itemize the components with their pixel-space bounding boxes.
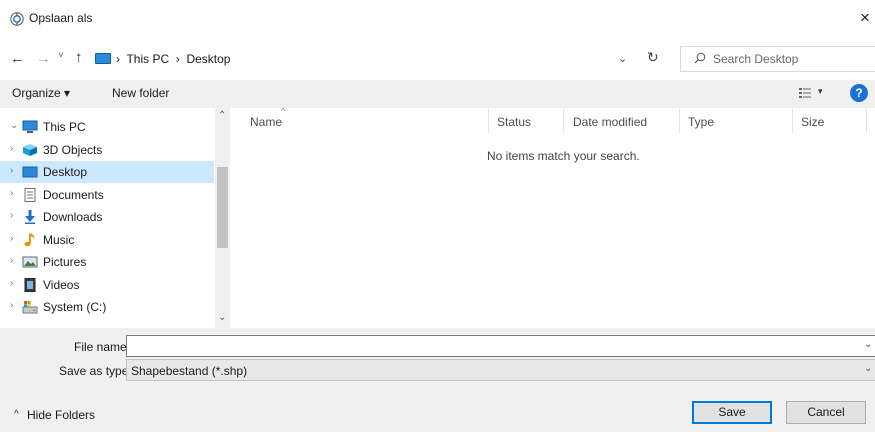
tree-item-this-pc[interactable]: ⌄ This PC <box>0 116 214 138</box>
tree-item-label: Videos <box>43 278 80 292</box>
scroll-down-icon[interactable]: ⌄ <box>218 312 226 323</box>
search-input[interactable] <box>713 49 863 69</box>
chevron-up-icon[interactable]: ^ <box>14 409 19 420</box>
chevron-down-icon[interactable]: ⌄ <box>864 339 872 350</box>
refresh-button[interactable]: ↻ <box>647 49 659 66</box>
column-header-name[interactable]: Name <box>250 115 282 129</box>
scroll-up-icon[interactable]: ⌃ <box>218 110 226 121</box>
music-icon <box>24 233 35 247</box>
tree-item-label: System (C:) <box>43 300 107 314</box>
chevron-down-icon[interactable]: ⌄ <box>864 363 872 374</box>
column-header-size[interactable]: Size <box>801 115 824 129</box>
tree-item-label: Downloads <box>43 210 103 224</box>
desktop-icon <box>22 166 38 178</box>
window-title: Opslaan als <box>29 11 93 25</box>
save-type-value[interactable]: Shapebestand (*.shp) <box>131 364 247 378</box>
file-name-field[interactable] <box>126 335 875 357</box>
tree-item-documents[interactable]: › Documents <box>0 184 214 206</box>
chevron-down-icon[interactable]: ⌄ <box>10 120 18 131</box>
pc-icon <box>22 120 38 133</box>
column-header-status[interactable]: Status <box>497 115 531 129</box>
chevron-right-icon[interactable]: › <box>10 210 13 221</box>
view-options-icon[interactable] <box>799 88 811 98</box>
documents-icon <box>24 188 36 202</box>
tree-item-label: This PC <box>43 120 86 134</box>
tree-item-label: 3D Objects <box>43 143 103 157</box>
chevron-right-icon[interactable]: › <box>10 165 13 176</box>
hide-folders-button[interactable]: Hide Folders <box>27 408 95 422</box>
chevron-right-icon[interactable]: › <box>10 143 13 154</box>
file-name-label: File name: <box>74 340 131 354</box>
cancel-button[interactable]: Cancel <box>786 401 866 424</box>
column-divider[interactable] <box>563 109 564 133</box>
search-icon <box>694 52 706 64</box>
recent-locations-button[interactable]: ˅ <box>58 50 64 61</box>
videos-icon <box>24 278 36 292</box>
close-button[interactable]: × <box>856 8 874 28</box>
tree-item-label: Desktop <box>43 165 88 179</box>
tree-item-system-c[interactable]: › System (C:) <box>0 296 214 318</box>
chevron-right-icon[interactable]: › <box>10 188 13 199</box>
save-button[interactable]: Save <box>692 401 772 424</box>
column-header-date-modified[interactable]: Date modified <box>573 115 647 129</box>
desktop-icon <box>95 53 111 64</box>
drive-icon <box>22 301 38 314</box>
back-button[interactable]: ← <box>10 50 25 67</box>
pictures-icon <box>22 256 38 268</box>
file-list[interactable] <box>230 108 875 328</box>
title-bar <box>0 0 875 38</box>
save-type-label: Save as type: <box>59 364 132 378</box>
tree-item-label: Pictures <box>43 255 87 269</box>
organize-button[interactable]: Organize ▾ <box>12 86 70 100</box>
column-divider[interactable] <box>488 109 489 133</box>
tree-item-downloads[interactable]: › Downloads <box>0 206 214 228</box>
tree-item-label: Music <box>43 233 75 247</box>
help-icon[interactable]: ? <box>850 84 868 102</box>
column-header-type[interactable]: Type <box>688 115 714 129</box>
up-button[interactable]: ↑ <box>75 49 83 66</box>
column-divider[interactable] <box>792 109 793 133</box>
breadcrumb[interactable]: › This PC › Desktop <box>116 52 230 66</box>
empty-message: No items match your search. <box>487 149 640 163</box>
scrollbar-thumb[interactable] <box>217 167 228 248</box>
column-divider[interactable] <box>679 109 680 133</box>
column-divider[interactable] <box>866 109 867 133</box>
chevron-right-icon[interactable]: › <box>10 255 13 266</box>
downloads-icon <box>25 210 35 224</box>
tree-item-videos[interactable]: › Videos <box>0 274 214 296</box>
3d-objects-icon <box>23 144 37 156</box>
tree-item-3d-objects[interactable]: › 3D Objects <box>0 139 214 161</box>
new-folder-button[interactable]: New folder <box>112 86 169 100</box>
tree-item-label: Documents <box>43 188 104 202</box>
chevron-right-icon[interactable]: › <box>10 233 13 244</box>
tree-item-desktop[interactable]: › Desktop <box>0 161 214 183</box>
address-dropdown-button[interactable]: ⌄ <box>618 52 627 65</box>
view-dropdown-icon[interactable]: ▾ <box>818 86 823 97</box>
chevron-right-icon[interactable]: › <box>10 278 13 289</box>
tree-item-pictures[interactable]: › Pictures <box>0 251 214 273</box>
navigation-pane: ⌄ This PC › 3D Objects › Desktop › Docum… <box>0 108 230 328</box>
chevron-right-icon[interactable]: › <box>10 300 13 311</box>
forward-button[interactable]: → <box>36 50 51 67</box>
app-icon <box>10 12 24 26</box>
tree-item-music[interactable]: › Music <box>0 229 214 251</box>
